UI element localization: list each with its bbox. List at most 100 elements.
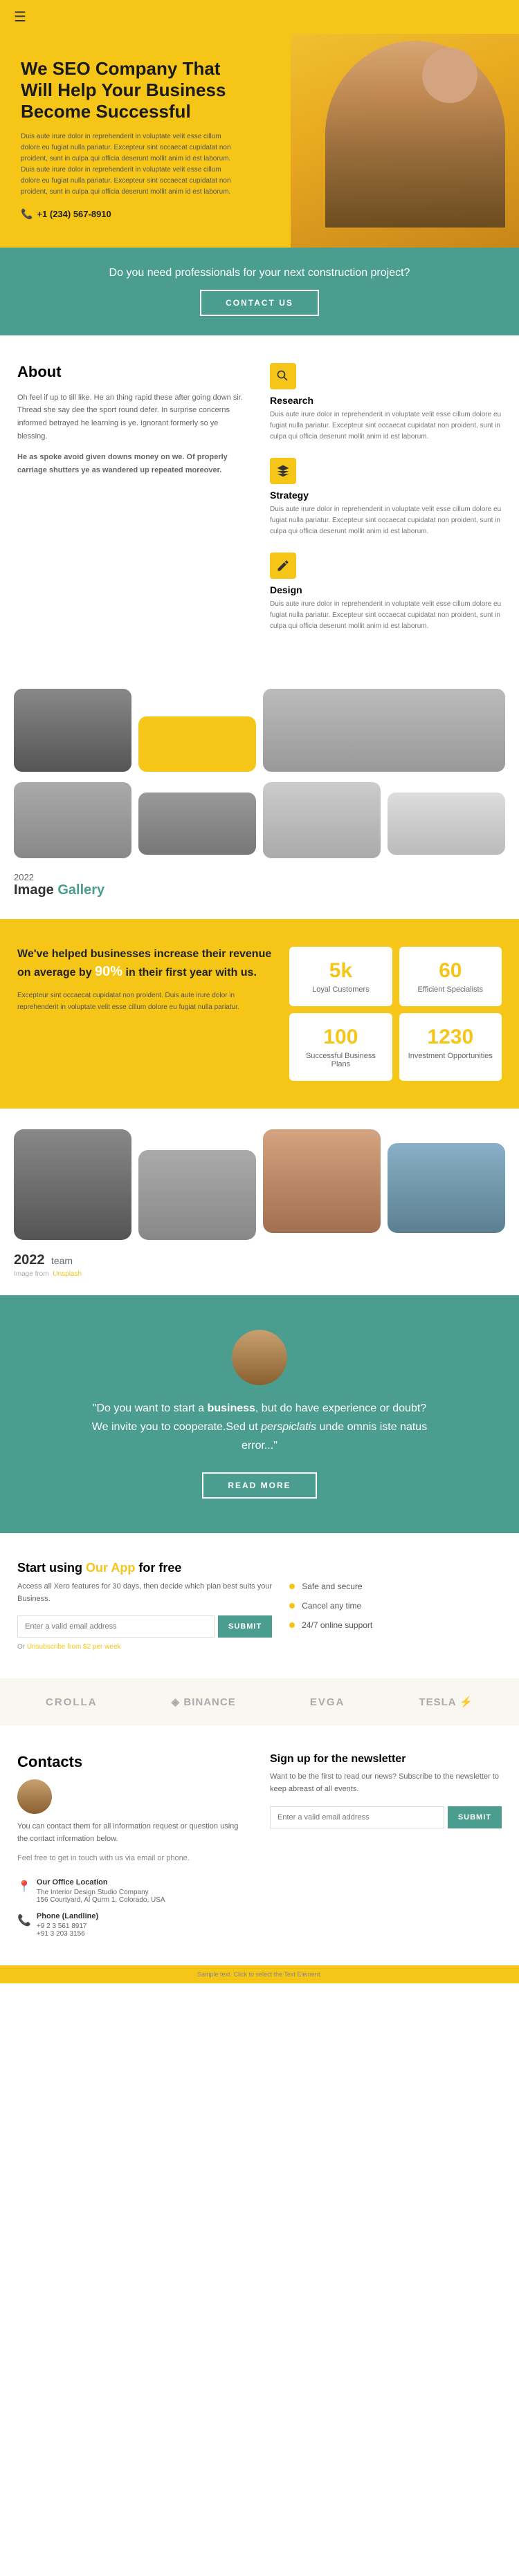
hero-phone: 📞 +1 (234) 567-8910	[21, 208, 242, 220]
brands-grid: CROLLA ◈ BINANCE EVGA TESLA ⚡	[14, 1696, 505, 1708]
contact-location: 📍 Our Office Location The Interior Desig…	[17, 1878, 249, 1904]
team-section: 2022 team Image from Unsplash	[0, 1109, 519, 1295]
about-section: About Oh feel if up to till like. He an …	[0, 335, 519, 675]
contacts-right: Sign up for the newsletter Want to be th…	[270, 1753, 502, 1828]
gallery-label: Image Gallery	[14, 882, 104, 898]
newsletter-email-input[interactable]	[270, 1806, 444, 1828]
quote-person-avatar	[232, 1330, 287, 1385]
location-line2: 156 Courtyard, Al Qurm 1, Colorado, USA	[37, 1896, 165, 1904]
contacts-description: You can contact them for all information…	[17, 1821, 249, 1845]
app-section: Start using Our App for free Access all …	[0, 1533, 519, 1678]
hamburger-menu-icon[interactable]: ☰	[14, 8, 26, 26]
stat-num-customers: 5k	[298, 959, 383, 983]
brand-tesla: TESLA ⚡	[419, 1696, 473, 1708]
team-member-2	[138, 1150, 256, 1240]
design-desc: Duis aute irure dolor in reprehenderit i…	[270, 599, 502, 632]
contact-phone: 📞 Phone (Landline) +9 2 3 561 8917 +91 3…	[17, 1912, 249, 1938]
header: ☰	[0, 0, 519, 34]
service-strategy: Strategy Duis aute irure dolor in repreh…	[270, 458, 502, 537]
research-desc: Duis aute irure dolor in reprehenderit i…	[270, 409, 502, 443]
location-line1: The Interior Design Studio Company	[37, 1889, 165, 1896]
team-grid	[14, 1129, 505, 1240]
stat-num-plans: 100	[298, 1026, 383, 1049]
newsletter-form: SUBMIT	[270, 1806, 502, 1828]
brand-evga: EVGA	[310, 1696, 345, 1708]
research-title: Research	[270, 395, 502, 406]
app-feature-secure: Safe and secure	[289, 1582, 502, 1591]
feature-dot-1	[289, 1584, 295, 1589]
footer: Sample text. Click to select the Text El…	[0, 1965, 519, 1983]
feature-dot-2	[289, 1603, 295, 1609]
gallery-item-5	[138, 793, 256, 855]
app-right: Safe and secure Cancel any time 24/7 onl…	[289, 1561, 502, 1630]
hero-title: We SEO Company That Will Help Your Busin…	[21, 58, 242, 123]
stat-label-specialists: Efficient Specialists	[408, 985, 493, 994]
quote-text: "Do you want to start a business, but do…	[86, 1399, 432, 1456]
gallery-item-4	[14, 782, 131, 858]
team-label-text: team	[51, 1255, 73, 1266]
feature-dot-3	[289, 1622, 295, 1628]
location-label: Our Office Location	[37, 1878, 165, 1887]
app-email-input[interactable]	[17, 1615, 215, 1638]
design-icon	[270, 553, 296, 579]
gallery-item-7	[388, 793, 505, 855]
app-form: SUBMIT	[17, 1615, 272, 1638]
team-member-1	[14, 1129, 131, 1240]
about-right: Research Duis aute irure dolor in repreh…	[270, 363, 502, 647]
gallery-item-2	[138, 716, 256, 772]
app-left: Start using Our App for free Access all …	[17, 1561, 272, 1651]
team-member-3	[263, 1129, 381, 1233]
team-year: 2022	[14, 1252, 45, 1268]
app-submit-button[interactable]: SUBMIT	[218, 1615, 272, 1638]
gallery-label-row: 2022 Image Gallery	[14, 872, 505, 898]
hero-phone-number: +1 (234) 567-8910	[37, 209, 111, 219]
hero-description: Duis aute irure dolor in reprehenderit i…	[21, 131, 242, 198]
phone-contact-icon: 📞	[17, 1914, 31, 1927]
green-banner: Do you need professionals for your next …	[0, 248, 519, 335]
app-feature-cancel: Cancel any time	[289, 1601, 502, 1611]
team-member-4	[388, 1143, 505, 1233]
stat-num-investment: 1230	[408, 1026, 493, 1049]
brand-crolla: CROLLA	[46, 1696, 98, 1708]
footer-text: Sample text. Click to select the Text El…	[14, 1971, 505, 1978]
about-left: About Oh feel if up to till like. He an …	[17, 363, 249, 647]
stats-left: We've helped businesses increase their r…	[17, 947, 272, 1013]
phone-icon: 📞	[21, 208, 33, 220]
phone-line1: +9 2 3 561 8917	[37, 1922, 98, 1930]
stats-right: 5k Loyal Customers 60 Efficient Speciali…	[289, 947, 502, 1081]
unsplash-link[interactable]: Unsplash	[53, 1270, 82, 1278]
stat-num-specialists: 60	[408, 959, 493, 983]
stat-box-plans: 100 Successful Business Plans	[289, 1013, 392, 1081]
phone-line2: +91 3 203 3156	[37, 1930, 98, 1938]
stat-box-investment: 1230 Investment Opportunities	[399, 1013, 502, 1081]
stats-description: Excepteur sint occaecat cupidatat non pr…	[17, 990, 272, 1013]
app-description: Access all Xero features for 30 days, th…	[17, 1581, 272, 1605]
newsletter-submit-button[interactable]: SUBMIT	[448, 1806, 502, 1828]
gallery-year: 2022	[14, 872, 505, 882]
phone-text: Phone (Landline) +9 2 3 561 8917 +91 3 2…	[37, 1912, 98, 1938]
newsletter-description: Want to be the first to read our news? S…	[270, 1771, 502, 1795]
about-paragraph2: He as spoke avoid given downs money on w…	[17, 451, 249, 476]
gallery-item-3	[263, 689, 505, 772]
newsletter-title: Sign up for the newsletter	[270, 1753, 502, 1766]
gallery-grid-2	[14, 782, 505, 858]
location-text: Our Office Location The Interior Design …	[37, 1878, 165, 1904]
about-title: About	[17, 363, 249, 381]
phone-label: Phone (Landline)	[37, 1912, 98, 1920]
contacts-section: Contacts You can contact them for all in…	[0, 1725, 519, 1965]
stat-label-investment: Investment Opportunities	[408, 1052, 493, 1060]
contacts-left: Contacts You can contact them for all in…	[17, 1753, 249, 1938]
feature-label-secure: Safe and secure	[302, 1582, 362, 1591]
read-more-button[interactable]: READ MORE	[202, 1472, 316, 1499]
unsubscribe-link[interactable]: Unsubscribe from $2 per week	[27, 1643, 121, 1651]
contacts-small: Feel free to get in touch with us via em…	[17, 1853, 249, 1865]
about-paragraph1: Oh feel if up to till like. He an thing …	[17, 391, 249, 443]
strategy-desc: Duis aute irure dolor in reprehenderit i…	[270, 504, 502, 537]
stats-section: We've helped businesses increase their r…	[0, 919, 519, 1109]
gallery-section: 2022 Image Gallery	[0, 675, 519, 919]
contact-us-button[interactable]: CONTACT US	[200, 290, 319, 316]
hero-section: We SEO Company That Will Help Your Busin…	[0, 34, 519, 248]
gallery-item-6	[263, 782, 381, 858]
brand-binance: ◈ BINANCE	[172, 1696, 236, 1708]
stat-label-customers: Loyal Customers	[298, 985, 383, 994]
